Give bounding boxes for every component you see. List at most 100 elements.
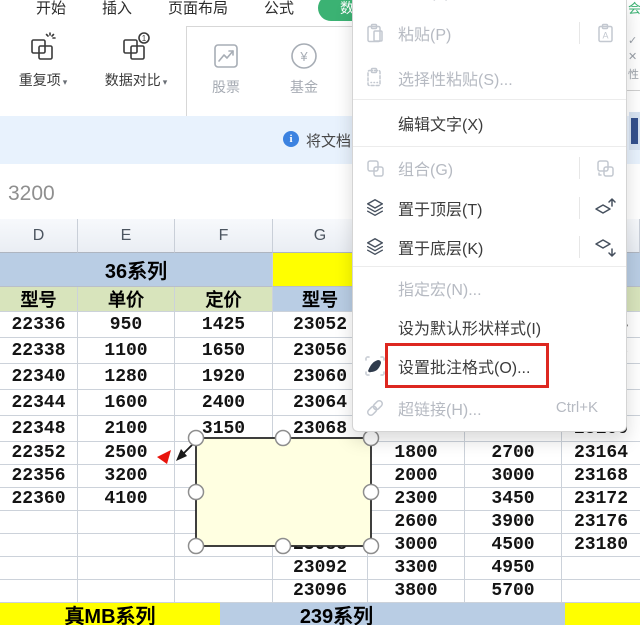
cell[interactable]: 22338 bbox=[0, 338, 78, 364]
data-compare-button[interactable]: 1 数据对比 ▾ bbox=[86, 24, 186, 102]
cell[interactable] bbox=[562, 557, 640, 580]
header-model[interactable]: 型号 bbox=[0, 287, 78, 312]
send-back-icon bbox=[592, 235, 618, 259]
cell[interactable]: 22340 bbox=[0, 364, 78, 390]
scissors-icon bbox=[363, 0, 387, 1]
cell[interactable]: 1650 bbox=[175, 338, 273, 364]
cell[interactable]: 22352 bbox=[0, 442, 78, 465]
cell[interactable]: 4100 bbox=[78, 488, 175, 511]
cell[interactable]: 1920 bbox=[175, 364, 273, 390]
cell[interactable] bbox=[273, 488, 368, 511]
bring-front-icon bbox=[592, 196, 618, 220]
tab-page-layout[interactable]: 页面布局 bbox=[150, 0, 246, 18]
cell[interactable]: 3150 bbox=[175, 416, 273, 442]
cell[interactable] bbox=[273, 442, 368, 465]
cell[interactable]: 3000 bbox=[465, 465, 562, 488]
info-icon: i bbox=[283, 131, 299, 147]
cell[interactable] bbox=[0, 511, 78, 534]
cell[interactable]: 23092 bbox=[273, 557, 368, 580]
svg-text:¥: ¥ bbox=[299, 49, 308, 64]
cell[interactable]: 2600 bbox=[368, 511, 465, 534]
menu-item-format-comment[interactable]: 设置批注格式(O)... bbox=[353, 346, 626, 385]
cell[interactable]: 2500 bbox=[78, 442, 175, 465]
cell[interactable]: 1100 bbox=[78, 338, 175, 364]
cell[interactable]: 22336 bbox=[0, 312, 78, 338]
table-row: 23092 3300 4950 bbox=[0, 557, 640, 580]
cell[interactable]: 23168 bbox=[562, 465, 640, 488]
cell[interactable] bbox=[0, 534, 78, 557]
tab-formulas[interactable]: 公式 bbox=[246, 0, 312, 18]
cell[interactable]: 23164 bbox=[562, 442, 640, 465]
header-unit-price[interactable]: 单价 bbox=[78, 287, 175, 312]
cell[interactable]: 23172 bbox=[562, 488, 640, 511]
cell[interactable]: 3200 bbox=[78, 465, 175, 488]
cell[interactable] bbox=[0, 557, 78, 580]
cell[interactable]: 23088 bbox=[273, 534, 368, 557]
cell[interactable] bbox=[78, 534, 175, 557]
series-mb-cell[interactable]: 真MB系列 bbox=[0, 603, 220, 625]
cell[interactable]: 4500 bbox=[465, 534, 562, 557]
tab-insert[interactable]: 插入 bbox=[84, 0, 150, 18]
column-header-d[interactable]: D bbox=[0, 219, 78, 253]
menu-item-bring-to-front[interactable]: 置于顶层(T) bbox=[353, 189, 626, 227]
series-title-cell[interactable]: 36系列 bbox=[0, 253, 273, 287]
cell[interactable] bbox=[78, 557, 175, 580]
tab-home[interactable]: 开始 bbox=[18, 0, 84, 18]
cell[interactable]: 1425 bbox=[175, 312, 273, 338]
cell[interactable] bbox=[273, 465, 368, 488]
table-row: 22360 4100 2300 3450 23172 bbox=[0, 488, 640, 511]
cell[interactable]: 3450 bbox=[465, 488, 562, 511]
cell[interactable] bbox=[562, 580, 640, 603]
stocks-button[interactable]: 股票 bbox=[187, 27, 265, 111]
cell[interactable]: 23176 bbox=[562, 511, 640, 534]
cell[interactable]: 22344 bbox=[0, 390, 78, 416]
series-239-cell[interactable]: 239系列 bbox=[220, 603, 565, 625]
info-text: 将文档 bbox=[306, 133, 352, 150]
cell[interactable]: 3900 bbox=[465, 511, 562, 534]
cell[interactable] bbox=[78, 511, 175, 534]
cell[interactable]: 3800 bbox=[368, 580, 465, 603]
edge-glyph: 会 bbox=[628, 1, 640, 16]
cell[interactable] bbox=[175, 511, 273, 534]
duplicates-button[interactable]: 重复项 ▾ bbox=[0, 24, 86, 102]
column-header-f[interactable]: F bbox=[175, 219, 273, 253]
cell[interactable] bbox=[0, 580, 78, 603]
cell[interactable]: 22360 bbox=[0, 488, 78, 511]
cell[interactable]: 23096 bbox=[273, 580, 368, 603]
cell[interactable]: 2400 bbox=[175, 390, 273, 416]
cell[interactable]: 3300 bbox=[368, 557, 465, 580]
cell[interactable]: 22356 bbox=[0, 465, 78, 488]
cell[interactable] bbox=[175, 488, 273, 511]
header-list-price[interactable]: 定价 bbox=[175, 287, 273, 312]
cell[interactable]: 2300 bbox=[368, 488, 465, 511]
cell[interactable]: 23180 bbox=[562, 534, 640, 557]
menu-item-edit-text[interactable]: 编辑文字(X) bbox=[353, 100, 626, 146]
cell[interactable]: 22348 bbox=[0, 416, 78, 442]
cell[interactable]: 1800 bbox=[368, 442, 465, 465]
cell[interactable] bbox=[175, 442, 273, 465]
cell[interactable] bbox=[273, 511, 368, 534]
ungroup-icon bbox=[592, 156, 618, 180]
column-header-e[interactable]: E bbox=[78, 219, 175, 253]
cell[interactable]: 4950 bbox=[465, 557, 562, 580]
cell[interactable] bbox=[78, 580, 175, 603]
cell[interactable]: 2700 bbox=[465, 442, 562, 465]
cell[interactable]: 2000 bbox=[368, 465, 465, 488]
paste-special-icon bbox=[363, 67, 387, 89]
cell[interactable]: 950 bbox=[78, 312, 175, 338]
cell[interactable]: 5700 bbox=[465, 580, 562, 603]
cell[interactable]: 2100 bbox=[78, 416, 175, 442]
menu-item-send-to-back[interactable]: 置于底层(K) bbox=[353, 227, 626, 266]
series-yellow-cell[interactable] bbox=[565, 603, 640, 625]
cell[interactable] bbox=[175, 580, 273, 603]
funds-button[interactable]: ¥ 基金 bbox=[265, 27, 343, 111]
series-239-title: 239系列 bbox=[299, 605, 374, 625]
cell[interactable] bbox=[175, 465, 273, 488]
cell[interactable]: 1600 bbox=[78, 390, 175, 416]
cell[interactable]: 3000 bbox=[368, 534, 465, 557]
cell[interactable]: 1280 bbox=[78, 364, 175, 390]
cell[interactable] bbox=[175, 557, 273, 580]
cell[interactable] bbox=[175, 534, 273, 557]
menu-item-default-shape-style[interactable]: 设为默认形状样式(I) bbox=[353, 308, 626, 346]
table-row: 22356 3200 2000 3000 23168 bbox=[0, 465, 640, 488]
